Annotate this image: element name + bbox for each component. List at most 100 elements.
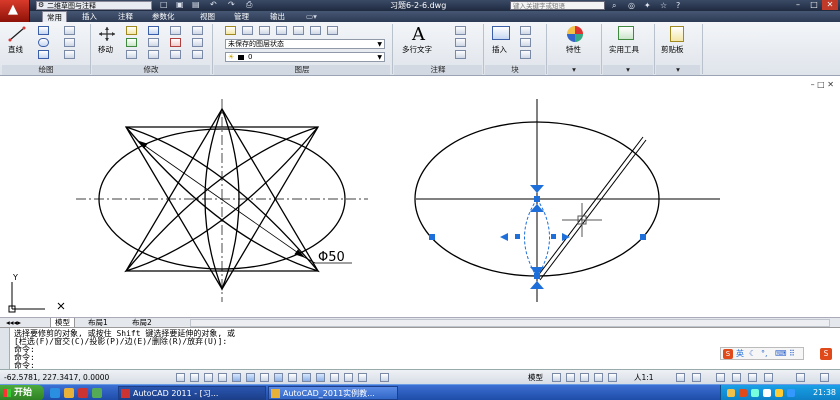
insert-button[interactable]: 插入 [492, 44, 507, 55]
layer-off-icon[interactable] [310, 26, 321, 35]
polyline-icon[interactable] [38, 26, 49, 35]
search-icon[interactable]: ⌕ [612, 0, 616, 11]
annotation-visibility-icon[interactable] [676, 373, 685, 382]
ime-skin-icon[interactable]: S [820, 348, 832, 360]
auto-scale-icon[interactable] [692, 373, 701, 382]
zoom-icon[interactable] [594, 373, 603, 382]
maximize-button[interactable]: □ [806, 0, 822, 10]
tab-manage[interactable]: 管理 [234, 11, 249, 22]
erase-icon[interactable] [170, 26, 181, 35]
tab-output[interactable]: 输出 [270, 11, 285, 22]
save-icon[interactable]: ▤ [192, 0, 200, 10]
layer-lock-icon[interactable] [327, 26, 338, 35]
layer-previous-icon[interactable] [259, 26, 270, 35]
moon-icon[interactable]: ☾ [749, 348, 756, 360]
tab-annotate[interactable]: 注释 [118, 11, 133, 22]
copy-icon[interactable] [126, 38, 137, 47]
tray-ime-icon[interactable] [739, 389, 747, 397]
new-file-icon[interactable]: □ [160, 0, 168, 10]
mirror-icon[interactable] [148, 38, 159, 47]
tray-volume-icon[interactable] [751, 389, 759, 397]
quicklaunch-media-icon[interactable] [78, 388, 88, 398]
transparency-toggle[interactable] [330, 373, 339, 382]
move-button[interactable]: 移动 [98, 44, 113, 55]
array-icon[interactable] [170, 50, 181, 59]
otrack-toggle[interactable] [274, 373, 283, 382]
tray-security-icon[interactable] [763, 389, 771, 397]
favorites-icon[interactable]: ☆ [660, 0, 667, 11]
tab-parametric[interactable]: 参数化 [152, 11, 175, 22]
panel-draw-label[interactable]: 绘图 [2, 65, 90, 75]
polar-toggle[interactable] [232, 373, 241, 382]
grid-toggle[interactable] [204, 373, 213, 382]
keyboard-icon[interactable]: ⌨ [775, 348, 787, 360]
ime-menu-icon[interactable]: ⠿ [789, 348, 795, 360]
close-button[interactable]: ✕ [822, 0, 838, 10]
osnap-toggle[interactable] [246, 373, 255, 382]
layer-dropdown[interactable]: ☀ 0 ▼ [225, 52, 385, 62]
tab-home[interactable]: 常用 [42, 11, 67, 22]
tray-update-icon[interactable] [775, 389, 783, 397]
infer-constraints-toggle[interactable] [176, 373, 185, 382]
trim-icon[interactable] [148, 26, 159, 35]
ortho-toggle[interactable] [218, 373, 227, 382]
ellipse-icon[interactable] [64, 50, 75, 59]
application-menu-button[interactable]: ▲ [0, 0, 30, 22]
isolate-objects-icon[interactable] [764, 373, 773, 382]
scale-icon[interactable] [148, 50, 159, 59]
leader-icon[interactable] [455, 38, 466, 47]
edit-block-icon[interactable] [520, 38, 531, 47]
drawing-canvas[interactable]: Φ50 Y – □ ✕ [0, 77, 840, 317]
punctuation-icon[interactable]: °, [761, 348, 768, 360]
properties-button[interactable]: 特性 [566, 44, 581, 55]
open-file-icon[interactable]: ▣ [176, 0, 184, 10]
model-space-button[interactable]: 模型 [528, 370, 543, 385]
explode-icon[interactable] [170, 38, 181, 47]
arc-icon[interactable] [38, 50, 49, 59]
line-button[interactable]: 直线 [8, 44, 23, 55]
toolbar-lock-icon[interactable] [732, 373, 741, 382]
task-autocad-active[interactable]: AutoCAD 2011 - [习... [118, 386, 266, 400]
command-window[interactable]: 选择要修剪的对象, 或按住 Shift 键选择要延伸的对象, 或 [栏选(F)/… [0, 327, 840, 370]
quicklaunch-folder-icon[interactable] [64, 388, 74, 398]
annotation-scale[interactable]: 人1:1 [634, 370, 654, 385]
subscription-icon[interactable]: ◎ [628, 0, 635, 11]
panel-modify-label[interactable]: 修改 [92, 65, 210, 75]
break-icon[interactable] [192, 50, 203, 59]
tray-messenger-icon[interactable] [787, 389, 795, 397]
panel-layers-label[interactable]: 图层 [214, 65, 390, 75]
circle-icon[interactable] [38, 38, 49, 47]
help-search-input[interactable]: 键入关键字或短语 [510, 1, 605, 10]
clipboard-button[interactable]: 剪贴板 [661, 44, 684, 55]
communication-icon[interactable]: ✦ [644, 0, 651, 11]
redo-icon[interactable]: ↷ [228, 0, 235, 10]
fillet-icon[interactable] [192, 26, 203, 35]
steering-wheel-icon[interactable] [608, 373, 617, 382]
properties-dropdown-icon[interactable]: ▾ [548, 65, 600, 75]
ime-toolbar[interactable]: S 英 ☾ °, ⌨ ⠿ [720, 347, 804, 360]
hatch-icon[interactable] [64, 38, 75, 47]
table-icon[interactable] [455, 50, 466, 59]
mtext-button[interactable]: 多行文字 [402, 44, 432, 55]
tab-insert[interactable]: 插入 [82, 11, 97, 22]
ducs-toggle[interactable] [288, 373, 297, 382]
start-button[interactable]: 开始 [0, 385, 44, 400]
layer-properties-icon[interactable] [225, 26, 236, 35]
quicklaunch-desktop-icon[interactable] [92, 388, 102, 398]
workspace-switch-icon[interactable] [716, 373, 725, 382]
command-window-handle[interactable] [0, 328, 10, 370]
minimize-button[interactable]: – [790, 0, 806, 10]
print-icon[interactable]: ⎙ [246, 0, 252, 10]
panel-block-label[interactable]: 块 [485, 65, 545, 75]
layer-state-dropdown[interactable]: 未保存的图层状态 ▼ [225, 39, 385, 49]
coordinates-readout[interactable]: -62.5781, 227.3417, 0.0000 [4, 370, 109, 385]
annotation-monitor-toggle[interactable] [380, 373, 389, 382]
utilities-button[interactable]: 实用工具 [609, 44, 639, 55]
panel-annotation-label[interactable]: 注释 [394, 65, 482, 75]
pan-icon[interactable] [580, 373, 589, 382]
snap-toggle[interactable] [190, 373, 199, 382]
status-menu-icon[interactable] [796, 373, 805, 382]
lineweight-toggle[interactable] [316, 373, 325, 382]
create-block-icon[interactable] [520, 26, 531, 35]
selection-cycling-toggle[interactable] [358, 373, 367, 382]
